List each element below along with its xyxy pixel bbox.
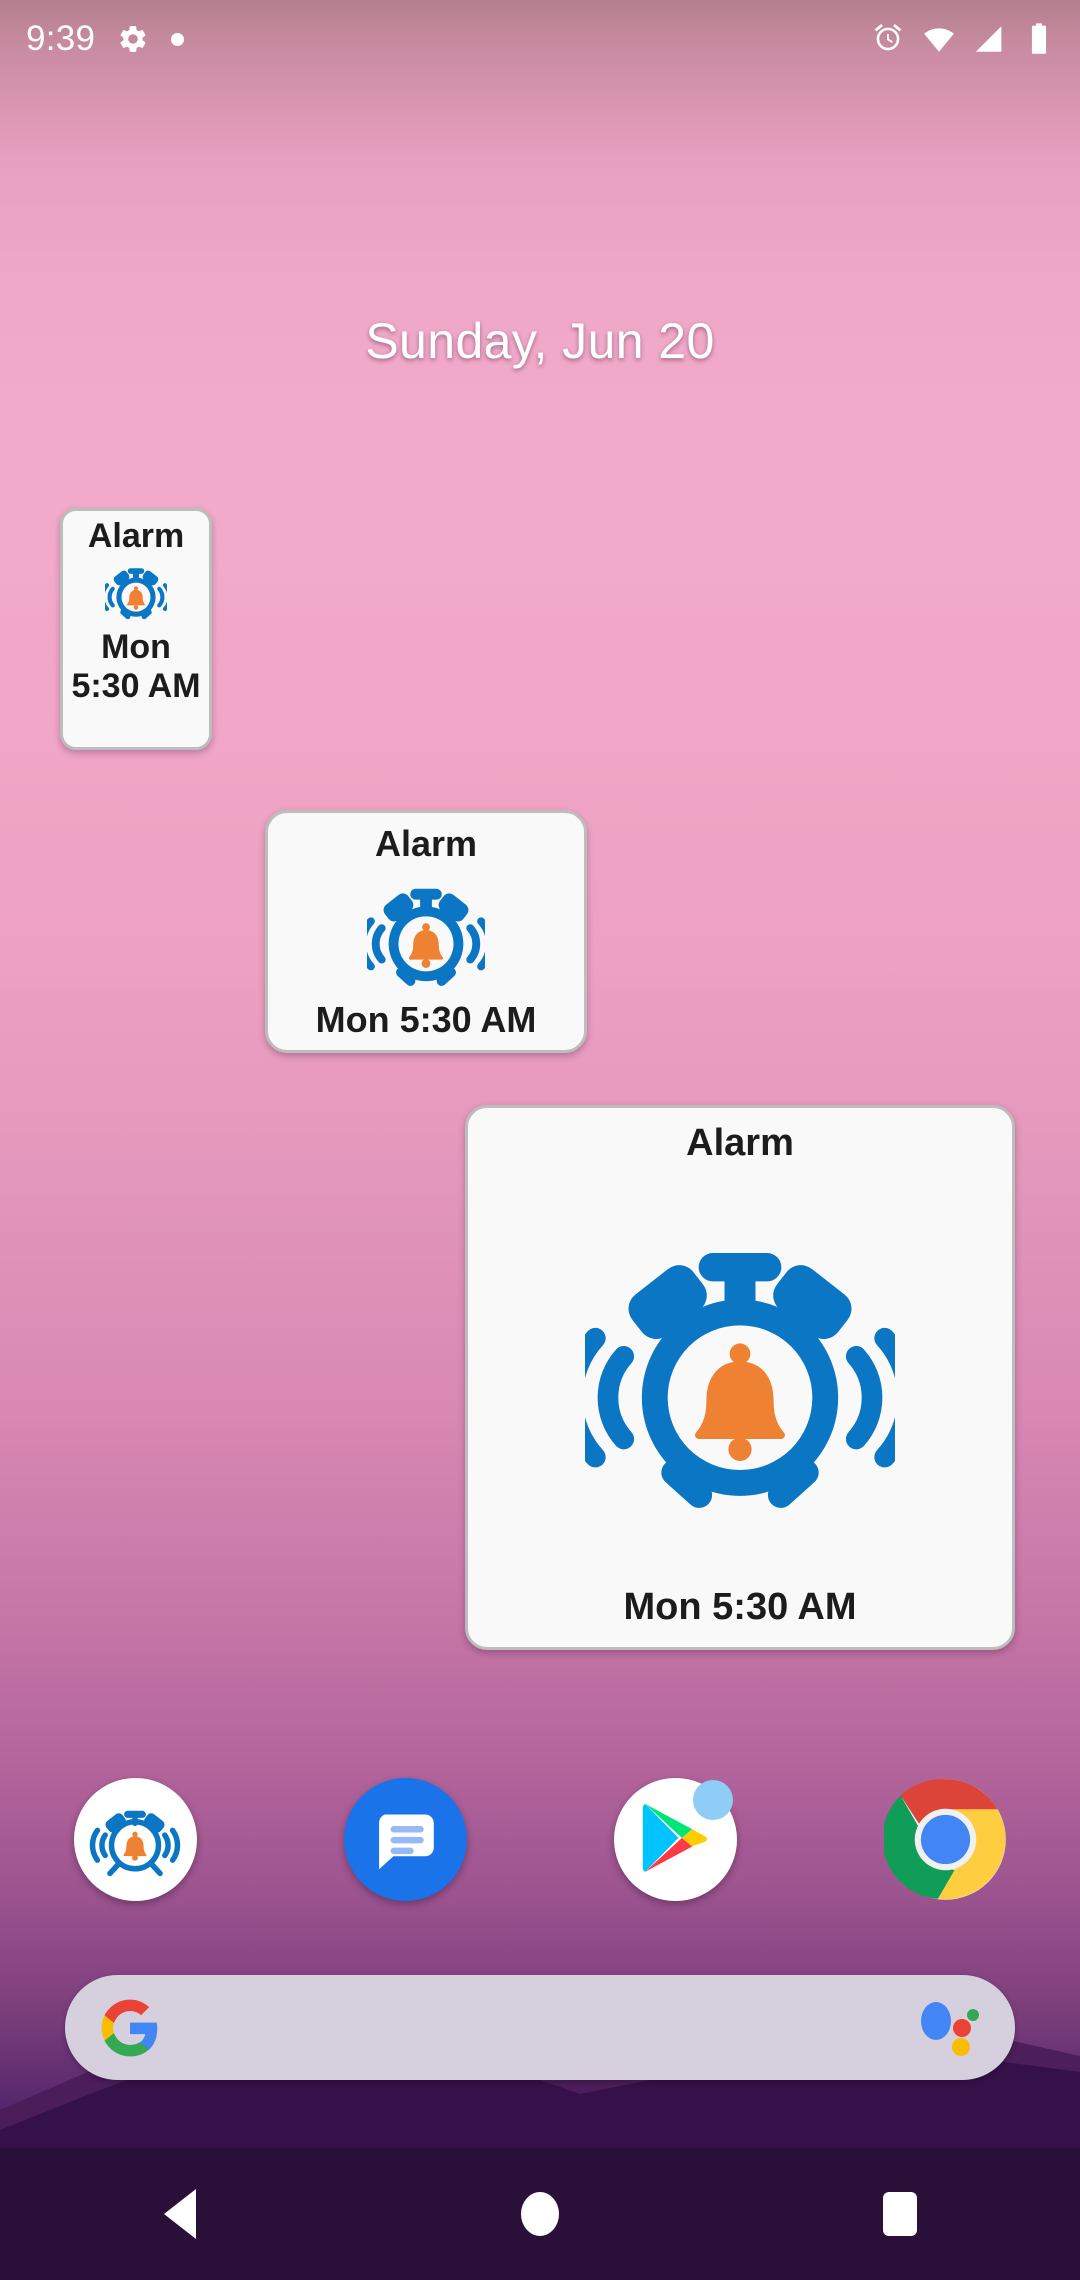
chrome-app-icon[interactable]	[883, 1778, 1007, 1901]
signal-icon	[975, 26, 1002, 52]
nav-back-button[interactable]	[0, 2189, 360, 2239]
widget-title: Alarm	[686, 1122, 794, 1164]
alarm-app-icon[interactable]	[73, 1777, 197, 1901]
google-assistant-icon[interactable]	[915, 1995, 981, 2061]
google-g-icon[interactable]	[99, 1997, 161, 2059]
dock-app-alarm[interactable]	[0, 1777, 270, 1901]
widget-alarm-time: Mon 5:30 AM	[315, 998, 537, 1040]
wifi-icon	[924, 28, 954, 52]
alarm-widget-medium[interactable]: Alarm Mon 5:30 AM	[265, 810, 587, 1053]
messages-app-icon[interactable]	[343, 1777, 467, 1901]
search-input[interactable]	[161, 2006, 915, 2049]
nav-recents-button[interactable]	[720, 2192, 1080, 2236]
google-search-bar[interactable]	[65, 1975, 1015, 2080]
dock-app-messages[interactable]	[270, 1777, 540, 1901]
alarm-clock-icon	[367, 873, 485, 999]
home-circle-icon	[521, 2192, 559, 2236]
navigation-bar	[0, 2148, 1080, 2280]
widget-alarm-time: Mon 5:30 AM	[623, 1585, 857, 1628]
battery-icon	[1031, 23, 1047, 54]
status-bar-left: 9:39	[26, 19, 185, 59]
play-store-app-icon[interactable]	[613, 1777, 737, 1901]
alarm-clock-icon	[105, 562, 167, 624]
gear-icon	[120, 26, 146, 52]
home-screen-date: Sunday, Jun 20	[365, 313, 715, 369]
notification-dot-icon	[171, 32, 185, 46]
dock-app-chrome[interactable]	[810, 1778, 1080, 1901]
nav-home-button[interactable]	[360, 2192, 720, 2236]
alarm-icon	[874, 23, 902, 51]
home-screen: 9:39 Sunday, Jun 20 Alarm Mon 5:30 AM Al…	[0, 0, 1080, 2280]
alarm-widget-large[interactable]: Alarm Mon 5:30 AM	[465, 1105, 1015, 1650]
status-bar-clock: 9:39	[26, 19, 96, 58]
alarm-widget-small[interactable]: Alarm Mon 5:30 AM	[60, 508, 212, 750]
dock-app-play-store[interactable]	[540, 1777, 810, 1901]
status-bar-right	[871, 22, 1054, 56]
play-store-notification-badge	[692, 1779, 733, 1820]
widget-title: Alarm	[374, 823, 478, 864]
recents-square-icon	[883, 2192, 917, 2236]
back-arrow-icon	[164, 2189, 196, 2239]
status-bar: 9:39	[0, 0, 1080, 78]
widget-alarm-time: Mon 5:30 AM	[71, 628, 201, 705]
alarm-clock-icon	[585, 1169, 895, 1586]
widget-title: Alarm	[87, 517, 185, 555]
dock	[0, 1769, 1080, 1909]
